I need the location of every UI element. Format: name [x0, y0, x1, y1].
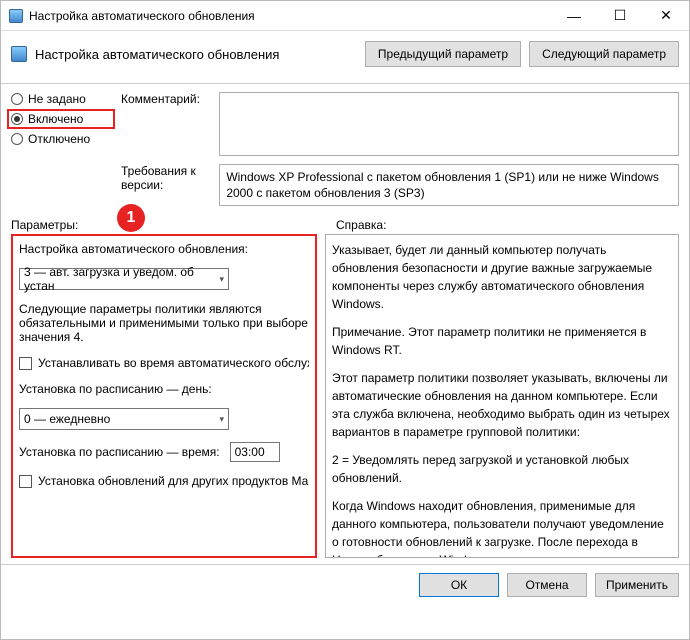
radio-enabled[interactable]: Включено	[7, 109, 115, 129]
help-paragraph: Этот параметр политики позволяет указыва…	[332, 369, 672, 441]
help-header: Справка:	[336, 218, 386, 232]
maximize-button[interactable]: ☐	[597, 1, 643, 31]
header: Настройка автоматического обновления Пре…	[1, 31, 689, 84]
radio-label: Включено	[28, 112, 83, 126]
ok-button[interactable]: ОК	[419, 573, 499, 597]
next-setting-button[interactable]: Следующий параметр	[529, 41, 679, 67]
options-note: Следующие параметры политики являются об…	[19, 302, 309, 344]
radio-icon	[11, 113, 23, 125]
window-title: Настройка автоматического обновления	[29, 9, 551, 23]
previous-setting-button[interactable]: Предыдущий параметр	[365, 41, 521, 67]
checkbox-label: Установка обновлений для других продукто…	[38, 474, 309, 488]
chevron-down-icon: ▾	[219, 274, 224, 285]
titlebar: Настройка автоматического обновления — ☐…	[1, 1, 689, 31]
header-title: Настройка автоматического обновления	[35, 47, 365, 62]
supported-label: Требования к версии:	[121, 164, 219, 206]
help-paragraph: Когда Windows находит обновления, примен…	[332, 497, 672, 558]
schedule-day-label: Установка по расписанию — день:	[19, 382, 309, 396]
chevron-down-icon: ▾	[219, 414, 224, 425]
apply-button[interactable]: Применить	[595, 573, 679, 597]
radio-icon	[11, 93, 23, 105]
annotation-badge-1: 1	[117, 204, 145, 232]
comment-field[interactable]	[219, 92, 679, 156]
select-value: 0 — ежедневно	[24, 412, 110, 426]
setting-icon	[11, 46, 27, 62]
options-header: Параметры:	[11, 218, 336, 232]
maintenance-checkbox[interactable]: Устанавливать во время автоматического о…	[19, 356, 309, 370]
schedule-time-field[interactable]: 03:00	[230, 442, 280, 462]
help-paragraph: Указывает, будет ли данный компьютер пол…	[332, 241, 672, 313]
help-paragraph: Примечание. Этот параметр политики не пр…	[332, 323, 672, 359]
checkbox-icon	[19, 475, 32, 488]
radio-disabled[interactable]: Отключено	[11, 132, 111, 146]
update-mode-select[interactable]: 3 — авт. загрузка и уведом. об устан ▾	[19, 268, 229, 290]
radio-label: Не задано	[28, 92, 86, 106]
select-value: 3 — авт. загрузка и уведом. об устан	[24, 265, 219, 293]
options-heading: Настройка автоматического обновления:	[19, 242, 309, 256]
checkbox-icon	[19, 357, 32, 370]
cancel-button[interactable]: Отмена	[507, 573, 587, 597]
footer: ОК Отмена Применить	[1, 564, 689, 605]
supported-on-field: Windows XP Professional с пакетом обновл…	[219, 164, 679, 206]
minimize-button[interactable]: —	[551, 1, 597, 31]
app-icon	[9, 9, 23, 23]
radio-not-configured[interactable]: Не задано	[11, 92, 111, 106]
schedule-time-label: Установка по расписанию — время:	[19, 445, 220, 459]
other-products-checkbox[interactable]: Установка обновлений для других продукто…	[19, 474, 309, 488]
close-button[interactable]: ✕	[643, 1, 689, 31]
radio-label: Отключено	[28, 132, 90, 146]
options-panel: Настройка автоматического обновления: 3 …	[11, 234, 317, 558]
checkbox-label: Устанавливать во время автоматического о…	[38, 356, 309, 370]
schedule-day-select[interactable]: 0 — ежедневно ▾	[19, 408, 229, 430]
radio-icon	[11, 133, 23, 145]
help-paragraph: 2 = Уведомлять перед загрузкой и установ…	[332, 451, 672, 487]
help-panel: Указывает, будет ли данный компьютер пол…	[325, 234, 679, 558]
comment-label: Комментарий:	[121, 92, 219, 156]
